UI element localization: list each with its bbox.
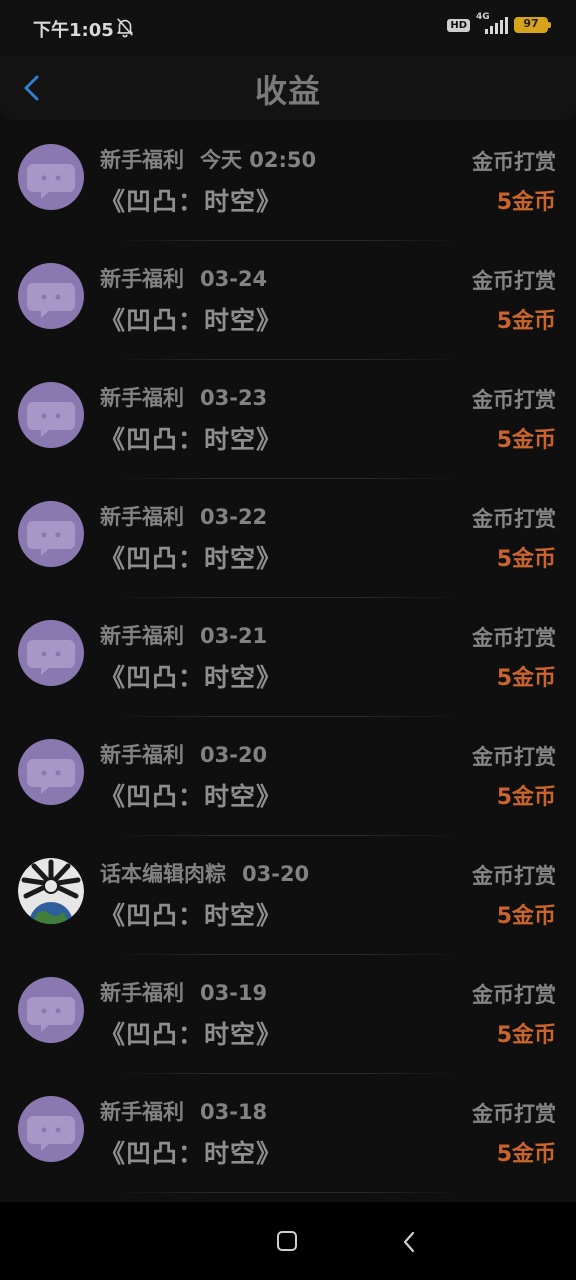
back-chevron-icon[interactable] [400,1230,418,1254]
divider [110,1192,466,1193]
work-title: 《凹凸：时空》 [100,663,283,692]
battery-level: 97 [523,17,539,30]
item-date: 03-19 [200,981,268,1005]
reward-amount: 5金币 [496,1142,556,1167]
status-indicators: HD 4G 97 [447,12,551,36]
sender-name: 新手福利 [100,743,184,767]
reward-type: 金币打赏 [472,626,556,650]
list-item[interactable]: 新手福利 03-21 《凹凸：时空》 金币打赏 5金币 [0,598,576,717]
reward-amount: 5金币 [496,428,556,453]
sender-name: 话本编辑肉粽 [100,862,226,886]
sender-name: 新手福利 [100,267,184,291]
sender-name: 新手福利 [100,148,184,172]
chat-bubble-icon [18,977,84,1043]
reward-type: 金币打赏 [472,983,556,1007]
item-date: 今天 02:50 [200,148,317,172]
signal-icon: 4G [476,12,508,36]
reward-amount: 5金币 [496,904,556,929]
item-date: 03-20 [200,743,268,767]
item-date: 03-23 [200,386,268,410]
sender-name: 新手福利 [100,981,184,1005]
work-title: 《凹凸：时空》 [100,1139,283,1168]
work-title: 《凹凸：时空》 [100,901,283,930]
reward-type: 金币打赏 [472,864,556,888]
item-date: 03-22 [200,505,268,529]
reward-amount: 5金币 [496,309,556,334]
hd-badge: HD [447,18,470,32]
reward-amount: 5金币 [496,547,556,572]
income-list: 新手福利 今天 02:50 《凹凸：时空》 金币打赏 5金币 新手福利 03-24 … [0,122,576,1193]
list-item[interactable]: 新手福利 03-20 《凹凸：时空》 金币打赏 5金币 [0,717,576,836]
sender-name: 新手福利 [100,386,184,410]
battery-icon: 97 [514,17,551,33]
reward-amount: 5金币 [496,666,556,691]
item-date: 03-20 [242,862,310,886]
reward-amount: 5金币 [496,1023,556,1048]
header: 收益 [0,56,576,120]
system-nav-bar [0,1202,576,1280]
page-title: 收益 [254,72,321,110]
work-title: 《凹凸：时空》 [100,306,283,335]
chat-bubble-icon [18,263,84,329]
user-photo-avatar [18,858,84,924]
list-item[interactable]: 新手福利 03-19 《凹凸：时空》 金币打赏 5金币 [0,955,576,1074]
reward-type: 金币打赏 [472,269,556,293]
work-title: 《凹凸：时空》 [100,782,283,811]
list-item[interactable]: 新手福利 03-22 《凹凸：时空》 金币打赏 5金币 [0,479,576,598]
bell-muted-icon [117,18,133,38]
reward-amount: 5金币 [496,190,556,215]
reward-amount: 5金币 [496,785,556,810]
item-date: 03-21 [200,624,268,648]
reward-type: 金币打赏 [472,745,556,769]
list-item[interactable]: 新手福利 今天 02:50 《凹凸：时空》 金币打赏 5金币 [0,122,576,241]
work-title: 《凹凸：时空》 [100,187,283,216]
reward-type: 金币打赏 [472,150,556,174]
sender-name: 新手福利 [100,505,184,529]
reward-type: 金币打赏 [472,507,556,531]
list-item[interactable]: 新手福利 03-18 《凹凸：时空》 金币打赏 5金币 [0,1074,576,1193]
chat-bubble-icon [18,501,84,567]
chat-bubble-icon [18,1096,84,1162]
home-square-icon[interactable] [277,1231,297,1251]
status-bar: 下午1:05 HD 4G 97 [0,0,576,56]
reward-type: 金币打赏 [472,388,556,412]
list-item[interactable]: 新手福利 03-24 《凹凸：时空》 金币打赏 5金币 [0,241,576,360]
item-date: 03-18 [200,1100,268,1124]
chat-bubble-icon [18,144,84,210]
work-title: 《凹凸：时空》 [100,425,283,454]
chat-bubble-icon [18,620,84,686]
list-item[interactable]: 新手福利 03-23 《凹凸：时空》 金币打赏 5金币 [0,360,576,479]
work-title: 《凹凸：时空》 [100,1020,283,1049]
item-date: 03-24 [200,267,268,291]
status-time: 下午1:05 [33,20,114,41]
reward-type: 金币打赏 [472,1102,556,1126]
list-item[interactable]: 话本编辑肉粽 03-20 《凹凸：时空》 金币打赏 5金币 [0,836,576,955]
work-title: 《凹凸：时空》 [100,544,283,573]
chat-bubble-icon [18,382,84,448]
sender-name: 新手福利 [100,1100,184,1124]
sender-name: 新手福利 [100,624,184,648]
chat-bubble-icon [18,739,84,805]
